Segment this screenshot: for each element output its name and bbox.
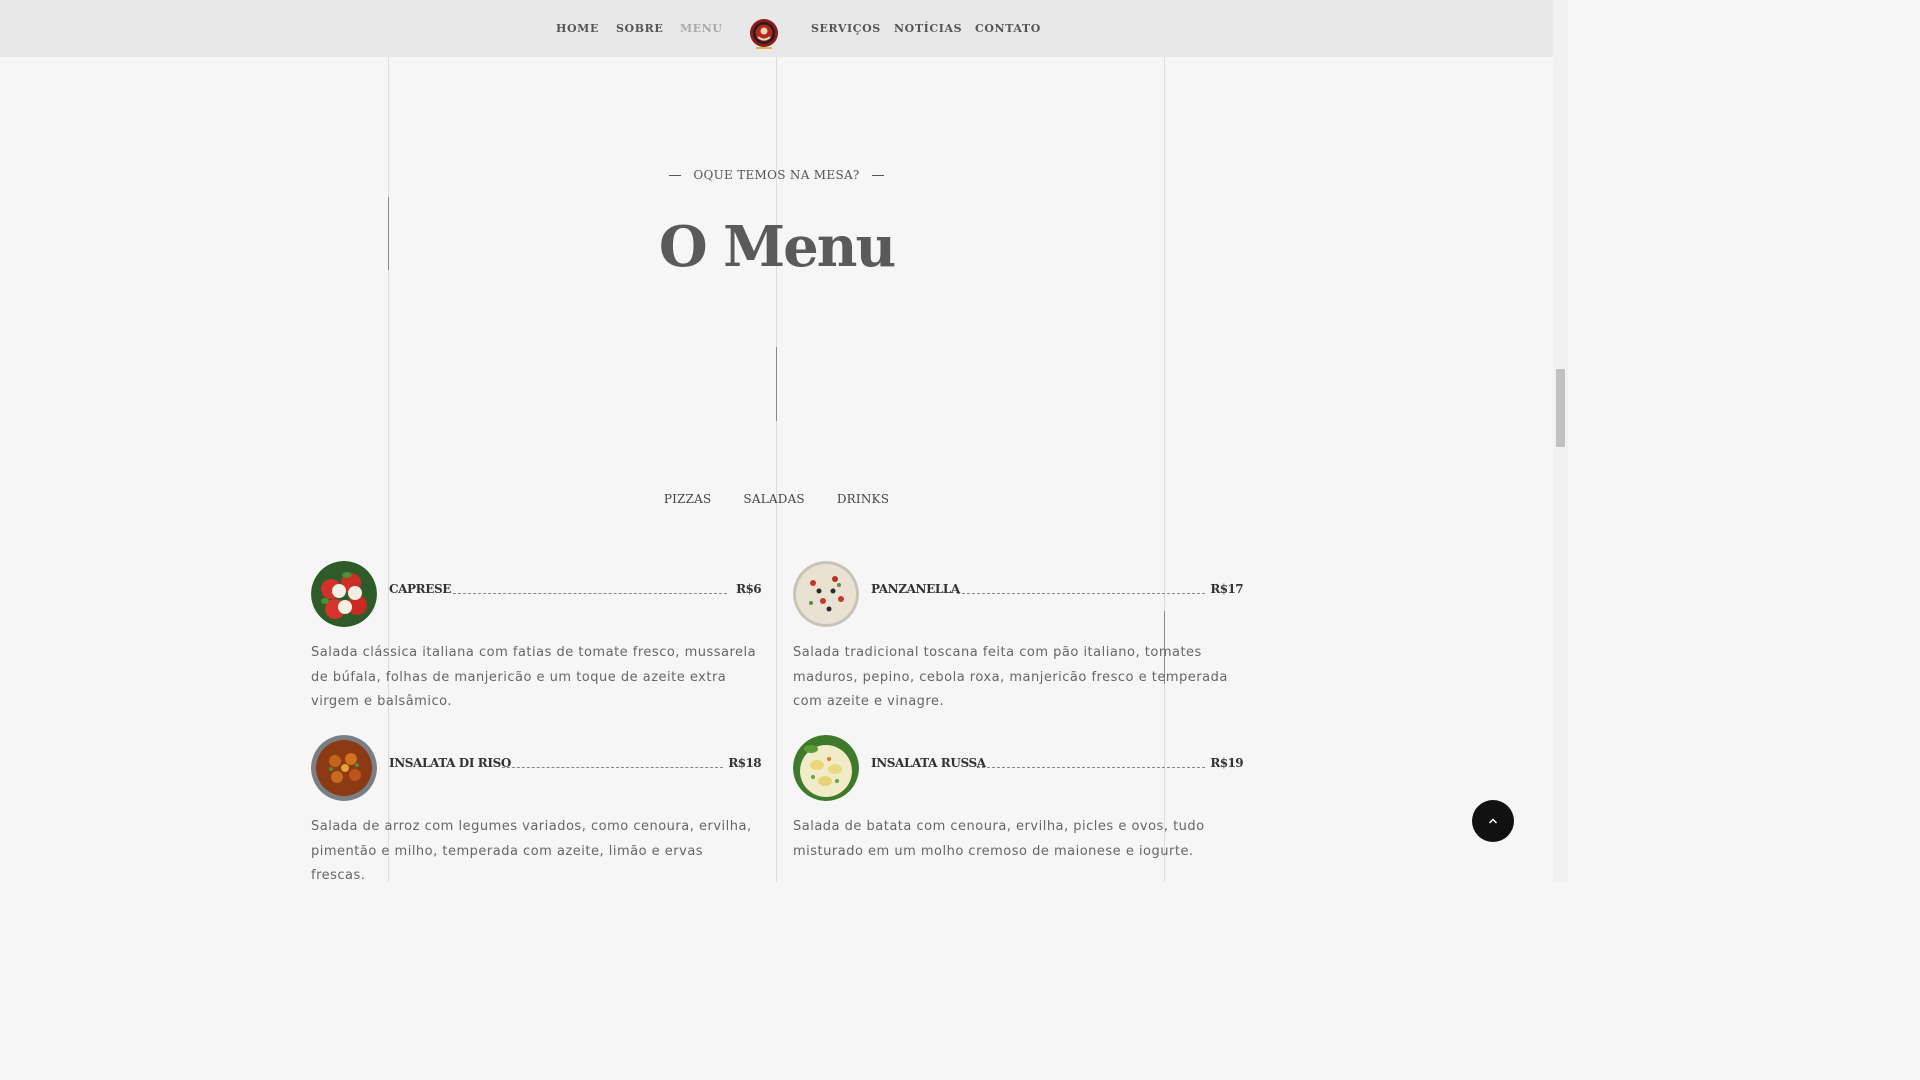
chevron-up-icon — [1488, 818, 1498, 824]
rice-salad-image — [311, 735, 377, 801]
menu-item-name: CAPRESE — [389, 582, 452, 596]
menu-item-price: R$6 — [736, 582, 761, 596]
menu-category-tabs: PIZZAS SALADAS DRINKS — [0, 492, 1553, 506]
nav-link-noticias[interactable]: NOTÍCIAS — [894, 22, 962, 35]
tab-drinks[interactable]: DRINKS — [837, 492, 889, 506]
menu-item-price: R$19 — [1210, 756, 1243, 770]
menu-item-description: Salada clássica italiana com fatias de t… — [311, 645, 757, 709]
caprese-salad-image — [311, 561, 377, 627]
page-scrollbar[interactable] — [1553, 0, 1568, 882]
section-eyebrow: OQUE TEMOS NA MESA? — [0, 168, 1553, 182]
panzanella-salad-image — [793, 561, 859, 627]
section-title: O Menu — [658, 214, 896, 280]
eyebrow-dash — [871, 175, 884, 176]
background-grid-line — [1164, 0, 1165, 882]
top-navigation: HOME SOBRE MENU SERVIÇOS NOTÍCIAS CONTAT… — [0, 0, 1553, 57]
nav-link-contato[interactable]: CONTATO — [975, 22, 1041, 35]
russian-salad-image — [793, 735, 859, 801]
tab-pizzas[interactable]: PIZZAS — [664, 492, 712, 506]
eyebrow-dash — [669, 175, 682, 176]
grid-line-accent — [776, 347, 777, 421]
tab-saladas[interactable]: SALADAS — [743, 492, 804, 506]
nav-link-sobre[interactable]: SOBRE — [616, 22, 663, 35]
price-leader-dots — [502, 767, 723, 768]
menu-item-name: INSALATA RUSSA — [871, 756, 986, 770]
nav-link-servicos[interactable]: SERVIÇOS — [811, 22, 881, 35]
price-leader-dots — [957, 593, 1205, 594]
menu-item-description: Salada tradicional toscana feita com pão… — [793, 645, 1228, 709]
menu-item-description: Salada de batata com cenoura, ervilha, p… — [793, 819, 1205, 859]
scrollbar-thumb[interactable] — [1556, 369, 1565, 447]
restaurant-logo-icon[interactable] — [747, 18, 781, 52]
price-leader-dots — [453, 593, 727, 594]
nav-link-home[interactable]: HOME — [556, 22, 599, 35]
back-to-top-button[interactable] — [1472, 800, 1514, 842]
menu-item-name: PANZANELLA — [871, 582, 960, 596]
background-grid-line — [776, 0, 777, 882]
menu-item-price: R$18 — [728, 756, 761, 770]
nav-link-menu[interactable]: MENU — [680, 22, 723, 35]
menu-item-name: INSALATA DI RISO — [389, 756, 511, 770]
menu-item-description: Salada de arroz com legumes variados, co… — [311, 819, 752, 883]
menu-item-price: R$17 — [1210, 582, 1243, 596]
price-leader-dots — [977, 767, 1205, 768]
eyebrow-text: OQUE TEMOS NA MESA? — [693, 168, 860, 182]
background-grid-line — [388, 0, 389, 882]
